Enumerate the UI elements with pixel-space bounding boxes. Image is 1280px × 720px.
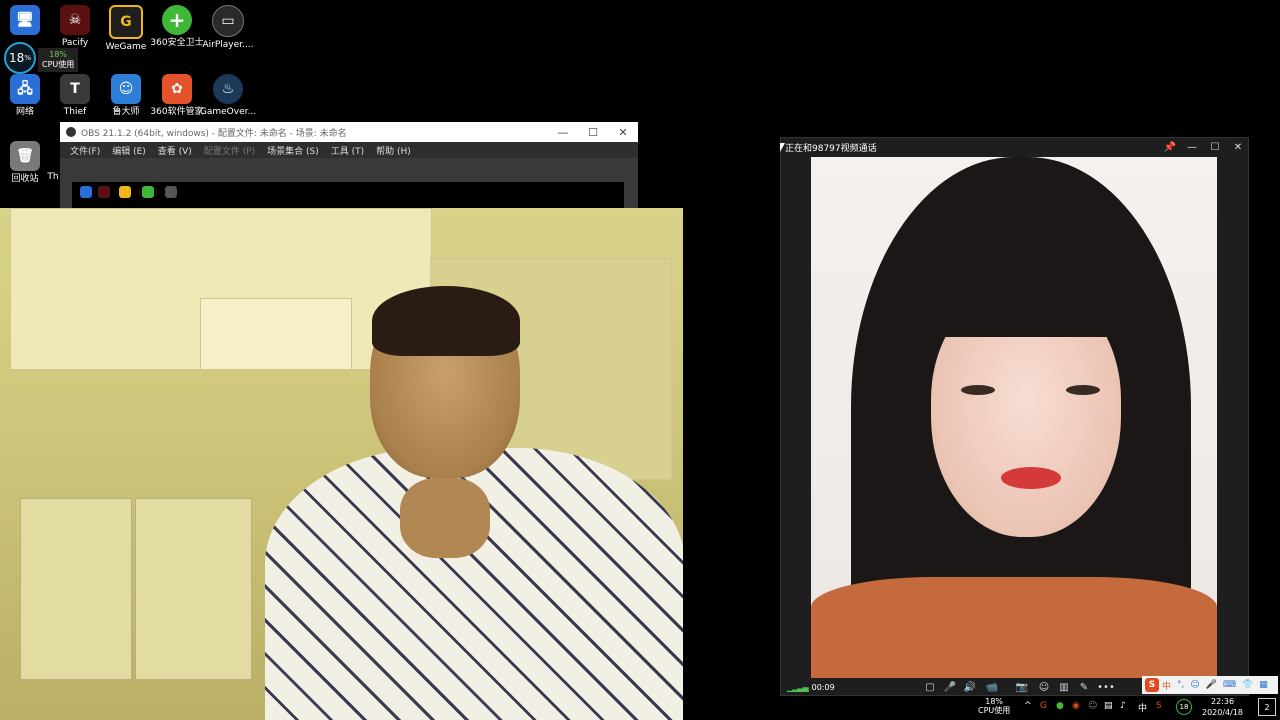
pin-button[interactable]: 📌: [1159, 138, 1181, 156]
cpu-usage-popup-label: CPU使用: [42, 60, 75, 69]
notification-center-icon[interactable]: 2: [1258, 698, 1276, 716]
video-call-titlebar[interactable]: 正在和98797视频通话 📌 — ☐ ✕: [781, 138, 1248, 156]
ludashi-icon: ☺: [111, 74, 141, 104]
airplayer-icon: ▭: [212, 5, 244, 37]
preview-thumbnail-icon: [142, 186, 154, 198]
thief-icon: T: [60, 74, 90, 104]
cpu-usage-unit: %: [24, 54, 31, 62]
snapshot-icon[interactable]: 📷: [1015, 680, 1029, 694]
tray-network-icon[interactable]: ▤: [1104, 701, 1113, 711]
camera-toggle-icon[interactable]: 📹: [985, 680, 999, 694]
remote-video: [811, 157, 1217, 678]
menu-file[interactable]: 文件(F): [70, 144, 100, 157]
cpu-usage-widget[interactable]: 18%: [4, 42, 36, 74]
tray-time: 22:36: [1210, 697, 1235, 706]
obs-menubar: 文件(F) 编辑 (E) 查看 (V) 配置文件 (P) 场景集合 (S) 工具…: [60, 142, 638, 158]
video-call-title: 正在和98797视频通话: [785, 143, 877, 154]
person-hand: [400, 478, 490, 558]
desktop-icon-label: GameOver...: [199, 107, 257, 117]
desktop-icon-gameover[interactable]: ♨ GameOver...: [198, 74, 258, 118]
ime-toolbar[interactable]: S 中 °, ☺ 🎤 ⌨ 👕 ▦: [1142, 676, 1278, 694]
call-timer: 00:09: [811, 682, 835, 692]
layout-icon[interactable]: ▥: [1057, 680, 1071, 694]
360-software-icon: ✿: [162, 74, 192, 104]
speaker-icon[interactable]: 🔊: [963, 680, 977, 694]
preview-thumbnail-icon: [165, 186, 177, 198]
pacify-icon: ☠: [60, 5, 90, 35]
cpu-usage-popup: 18% CPU使用: [38, 48, 79, 72]
computer-icon: 🖥: [10, 5, 40, 35]
system-tray: 18% CPU使用 ^ G ● ◉ ☺ ▤ ♪ 中 S 18 22:36 202…: [978, 694, 1280, 720]
ime-keyboard-icon[interactable]: ⌨: [1223, 680, 1236, 690]
menu-tools[interactable]: 工具 (T): [331, 144, 364, 157]
remote-person-eye: [1066, 385, 1100, 395]
tray-app-icon[interactable]: G: [1040, 701, 1047, 711]
tray-app-icon[interactable]: ☺: [1088, 701, 1097, 711]
preview-thumbnail-icon: [98, 186, 110, 198]
shelf-cubby: [200, 298, 352, 370]
360-security-icon: +: [162, 5, 192, 35]
steam-icon: ♨: [213, 74, 243, 104]
tray-app-icon[interactable]: ◉: [1072, 701, 1080, 711]
wegame-icon: G: [109, 5, 143, 39]
ime-voice-icon[interactable]: 🎤: [1206, 680, 1217, 690]
recycle-bin-icon: 🗑: [10, 141, 40, 171]
minimize-button[interactable]: —: [548, 122, 578, 142]
menu-profile[interactable]: 配置文件 (P): [204, 144, 255, 157]
cabinet-door: [20, 498, 132, 680]
cpu-usage-popup-pct: 18%: [49, 50, 68, 59]
tray-cpu-pct: 18%: [985, 697, 1004, 706]
tray-date: 2020/4/18: [1202, 708, 1244, 717]
tray-360-icon[interactable]: ●: [1056, 701, 1064, 711]
effects-icon[interactable]: ☺: [1037, 680, 1051, 694]
tray-sogou-icon[interactable]: S: [1156, 701, 1162, 711]
desktop-icon-label: AirPlayer....: [202, 40, 254, 50]
obs-window-title: OBS 21.1.2 (64bit, windows) - 配置文件: 未命名 …: [81, 128, 347, 139]
webcam-feed: [0, 208, 683, 720]
mouse-cursor-icon: [780, 143, 785, 152]
remote-person-bangs: [921, 217, 1131, 337]
tray-cpu-usage[interactable]: 18% CPU使用: [978, 697, 1010, 715]
obs-window[interactable]: OBS 21.1.2 (64bit, windows) - 配置文件: 未命名 …: [60, 122, 638, 222]
ime-mode[interactable]: 中: [1162, 679, 1171, 692]
preview-thumbnail-icon: [80, 186, 92, 198]
preview-thumbnail-icon: [119, 186, 131, 198]
sogou-ime-icon[interactable]: S: [1145, 678, 1159, 692]
screen-share-icon[interactable]: ▢: [923, 680, 937, 694]
microphone-icon[interactable]: 🎤: [943, 680, 957, 694]
tray-expand-icon[interactable]: ^: [1024, 701, 1032, 711]
maximize-button[interactable]: ☐: [578, 122, 608, 142]
minimize-button[interactable]: —: [1181, 138, 1203, 156]
ime-emoji-icon[interactable]: ☺: [1190, 680, 1199, 690]
desktop-icon-airplayer[interactable]: ▭ AirPlayer....: [198, 5, 258, 51]
whiteboard-icon[interactable]: ✎: [1077, 680, 1091, 694]
remote-person-lips: [1001, 467, 1061, 489]
obs-titlebar[interactable]: OBS 21.1.2 (64bit, windows) - 配置文件: 未命名 …: [60, 122, 638, 142]
menu-help[interactable]: 帮助 (H): [376, 144, 411, 157]
tray-clock[interactable]: 22:36 2020/4/18: [1202, 696, 1243, 718]
signal-strength-icon: ▁▂▃▄: [787, 682, 809, 692]
tray-cpu-label: CPU使用: [978, 706, 1011, 715]
close-button[interactable]: ✕: [608, 122, 638, 142]
ime-punctuation-icon[interactable]: °,: [1177, 680, 1184, 690]
remote-person-sweater: [811, 577, 1217, 678]
menu-view[interactable]: 查看 (V): [158, 144, 192, 157]
ime-toolbox-icon[interactable]: ▦: [1259, 680, 1268, 690]
maximize-button[interactable]: ☐: [1204, 138, 1226, 156]
menu-edit[interactable]: 编辑 (E): [112, 144, 146, 157]
cpu-usage-value: 18: [9, 51, 25, 65]
more-options-icon[interactable]: •••: [1097, 680, 1115, 694]
cabinet-door: [135, 498, 252, 680]
person-hair: [372, 286, 520, 356]
ime-skin-icon[interactable]: 👕: [1242, 680, 1253, 690]
tray-ludashi-badge[interactable]: 18: [1176, 699, 1192, 715]
menu-scene-collection[interactable]: 场景集合 (S): [267, 144, 319, 157]
tray-language-indicator[interactable]: 中: [1138, 701, 1147, 714]
video-call-window[interactable]: 正在和98797视频通话 📌 — ☐ ✕ ▁▂▃▄ 00:09 ▢ 🎤 🔊 📹 …: [780, 137, 1249, 696]
tray-volume-icon[interactable]: ♪: [1120, 701, 1126, 711]
obs-logo-icon: [66, 127, 76, 137]
remote-person-eye: [961, 385, 995, 395]
close-button[interactable]: ✕: [1227, 138, 1249, 156]
network-icon: 🖧: [10, 74, 40, 104]
